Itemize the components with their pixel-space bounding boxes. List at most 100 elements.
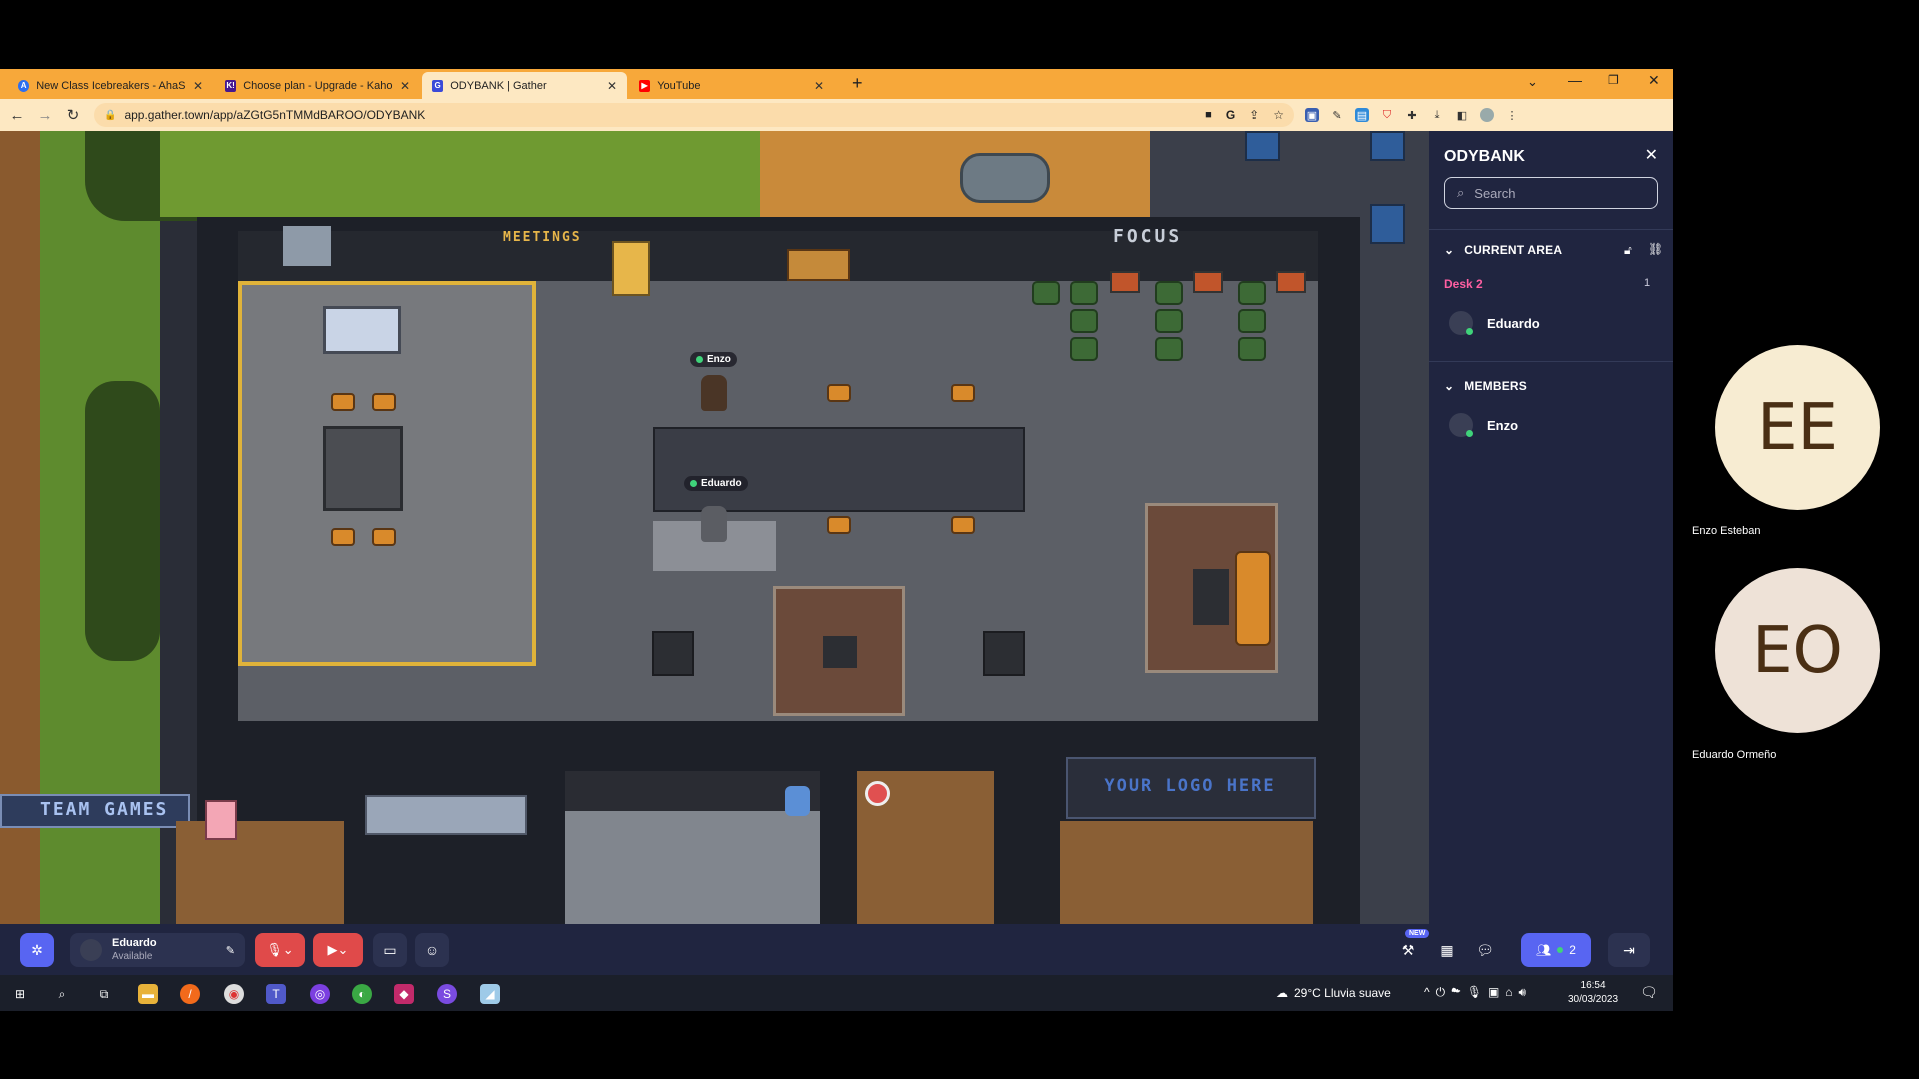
plant <box>1238 281 1266 305</box>
back-arrow-icon[interactable]: ← <box>6 107 28 124</box>
member-item[interactable]: Enzo <box>1449 413 1518 437</box>
close-tab-icon[interactable]: ✕ <box>814 79 824 93</box>
build-tool-button[interactable]: ⚒ <box>1393 933 1423 967</box>
chat-icon: 💬︎ <box>1476 941 1494 958</box>
participant-video-tile[interactable]: EE <box>1715 345 1880 510</box>
camera-off-button[interactable]: ▶ ⌄ <box>313 933 363 967</box>
app-icon[interactable]: ◐ <box>352 984 372 1004</box>
menu-dots-icon[interactable]: ⋮ <box>1505 108 1519 122</box>
participants-button[interactable]: 👥︎ 2 <box>1521 933 1591 967</box>
team-games-sign[interactable]: TEAM GAMES <box>40 799 168 820</box>
task-view-icon[interactable]: ⧉ <box>94 984 114 1004</box>
restore-icon[interactable]: ❐ <box>1608 73 1619 87</box>
tab-ahaslides[interactable]: A New Class Icebreakers - AhaSlide ✕ <box>8 72 213 99</box>
file-explorer-icon[interactable]: ▬ <box>138 984 158 1004</box>
shield-icon[interactable]: ⛉ <box>1380 108 1394 122</box>
participant-video-tile[interactable]: EO <box>1715 568 1880 733</box>
enzo-avatar[interactable] <box>701 375 727 411</box>
chat-button[interactable]: 💬︎ <box>1470 933 1500 967</box>
close-panel-icon[interactable]: ✕ <box>1645 145 1658 165</box>
tab-youtube[interactable]: ▶ YouTube ✕ <box>629 72 834 99</box>
extension-icon[interactable]: ▤ <box>1355 108 1369 122</box>
profile-avatar-icon[interactable] <box>1480 108 1494 122</box>
bookmark-star-icon[interactable]: ☆ <box>1273 108 1284 122</box>
search-icon: ⌕ <box>1457 185 1465 200</box>
system-tray-icons[interactable]: ^⏻☁🎙︎▣⌂🔊︎ <box>1424 985 1532 1000</box>
gather-map[interactable]: MEETINGS FOCUS TEAM GAMES YOUR LOGO HERE… <box>0 131 1429 924</box>
chair <box>951 516 975 534</box>
lock-icon: 🔒 <box>104 109 117 121</box>
search-placeholder: Search <box>1474 185 1516 201</box>
app-icon[interactable]: S <box>437 984 457 1004</box>
water-cooler <box>785 786 810 816</box>
clock[interactable]: 16:54 30/03/2023 <box>1568 979 1618 1007</box>
search-icon[interactable]: ⌕ <box>52 984 72 1004</box>
puzzle-icon[interactable]: ✚ <box>1405 108 1419 122</box>
notifications-icon[interactable]: 🗨︎ <box>1640 984 1658 1001</box>
chevron-down-icon: ⌄ <box>1444 243 1455 257</box>
whiteboard <box>323 306 401 354</box>
minimize-icon[interactable]: — <box>1568 72 1582 88</box>
chair <box>951 384 975 402</box>
chrome-icon[interactable]: ◉ <box>224 984 244 1004</box>
reload-icon[interactable]: ↻ <box>62 106 84 124</box>
player-name: Eduardo <box>701 478 742 489</box>
close-tab-icon[interactable]: ✕ <box>400 79 410 93</box>
camera-icon[interactable]: ■ <box>1205 109 1212 121</box>
new-tab-button[interactable]: + <box>852 73 863 94</box>
window <box>1370 131 1405 161</box>
participant-initials: EE <box>1757 390 1838 465</box>
plant <box>1032 281 1060 305</box>
avatar <box>1449 311 1473 335</box>
gather-menu-icon[interactable]: ✲ <box>20 933 54 967</box>
eduardo-avatar[interactable] <box>701 506 727 542</box>
meeting-table <box>323 426 403 511</box>
link-icon[interactable]: ⛓︎ <box>1648 242 1663 256</box>
share-icon[interactable]: ⇪ <box>1249 108 1259 122</box>
video-tiles: EE Enzo Esteban EO Eduardo Ormeño <box>1673 69 1919 1011</box>
tab-search-chevron-icon[interactable]: ⌄ <box>1527 74 1538 90</box>
google-icon[interactable]: G <box>1226 108 1235 122</box>
leave-button[interactable]: ⇥ <box>1608 933 1650 967</box>
sidebar-icon[interactable]: ◧ <box>1455 108 1469 122</box>
weather-widget[interactable]: ☁ 29°C Lluvia suave <box>1276 986 1391 1000</box>
area-name: Desk 2 <box>1444 277 1483 291</box>
close-tab-icon[interactable]: ✕ <box>193 79 203 93</box>
app-icon[interactable]: ◎ <box>310 984 330 1004</box>
tab-title: ODYBANK | Gather <box>450 79 547 92</box>
close-window-icon[interactable]: ✕ <box>1648 72 1660 89</box>
screen-share-button[interactable]: ▭ <box>373 933 407 967</box>
mic-muted-button[interactable]: 🎙︎ ⌄ <box>255 933 305 967</box>
tab-kahoot[interactable]: K! Choose plan - Upgrade - Kahoot! ✕ <box>215 72 420 99</box>
calendar-button[interactable]: ▦ <box>1432 933 1462 967</box>
unlock-icon[interactable]: 🔓︎ <box>1624 243 1632 258</box>
participant-name: Eduardo Ormeño <box>1692 749 1777 761</box>
eyedropper-icon[interactable]: ✎ <box>1330 108 1344 122</box>
search-input[interactable]: ⌕ Search <box>1444 177 1658 209</box>
download-icon[interactable]: ⤓ <box>1430 108 1444 122</box>
pink-poster <box>205 800 237 840</box>
tab-gather[interactable]: G ODYBANK | Gather ✕ <box>422 72 627 99</box>
user-status-button[interactable]: Eduardo Available ✎ <box>70 933 245 967</box>
user-name: Eduardo <box>112 937 157 949</box>
address-bar[interactable]: 🔒 app.gather.town/app/aZGtG5nTMMdBAROO/O… <box>94 103 1294 127</box>
app-icon[interactable]: ◢ <box>480 984 500 1004</box>
windows-start-icon[interactable]: ⊞ <box>10 984 30 1004</box>
members-header[interactable]: ⌄ MEMBERS <box>1444 379 1527 393</box>
current-area-header[interactable]: ⌄ CURRENT AREA <box>1444 243 1562 257</box>
space-title: ODYBANK <box>1444 148 1525 165</box>
current-area-member[interactable]: Eduardo <box>1449 311 1540 335</box>
teams-icon[interactable]: T <box>266 984 286 1004</box>
app-icon[interactable]: / <box>180 984 200 1004</box>
extension-icon[interactable]: ▣ <box>1305 108 1319 122</box>
browser-tab-bar: A New Class Icebreakers - AhaSlide ✕ K! … <box>0 69 1673 99</box>
close-tab-icon[interactable]: ✕ <box>607 79 617 93</box>
avatar <box>80 939 102 961</box>
participants-count: 2 <box>1569 943 1576 957</box>
dry-field <box>760 131 1150 217</box>
focus-desk <box>1193 271 1223 293</box>
app-icon[interactable]: ◆ <box>394 984 414 1004</box>
edit-icon[interactable]: ✎ <box>226 944 235 957</box>
forward-arrow-icon[interactable]: → <box>34 107 56 124</box>
emote-button[interactable]: ☺ <box>415 933 449 967</box>
